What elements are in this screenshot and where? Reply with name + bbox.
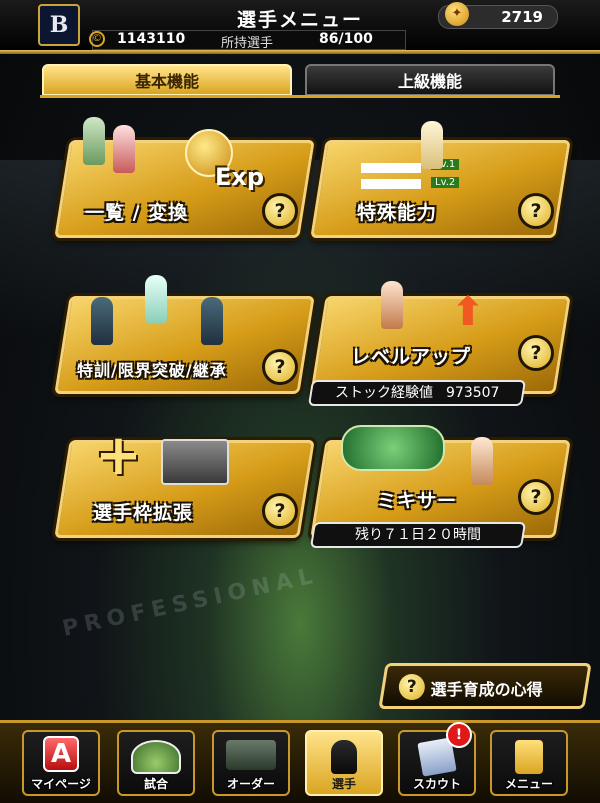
owned-players-value: 86/100 bbox=[319, 31, 373, 47]
help-icon[interactable]: ? bbox=[518, 193, 554, 229]
stock-exp-display: ストック経験値 973507 bbox=[307, 380, 527, 406]
owned-players-label: 所持選手 bbox=[221, 36, 274, 51]
mixer-label: ミキサー bbox=[377, 490, 458, 512]
special-ability-button[interactable]: Lv.1 Lv.2 特殊能力 ? bbox=[310, 121, 571, 238]
tab-underline bbox=[40, 95, 560, 98]
stat-bar: © 1143110 所持選手 86/100 bbox=[89, 30, 406, 51]
training-button[interactable]: 特訓/限界突破/継承 ? bbox=[54, 275, 315, 394]
silhouette-illustration bbox=[91, 297, 113, 345]
help-icon[interactable]: ? bbox=[518, 335, 554, 371]
mixer-remaining-text: 残り７１日２０時間 bbox=[355, 527, 481, 543]
tab-basic-functions[interactable]: 基本機能 bbox=[42, 64, 292, 96]
roster-expand-button[interactable]: + 選手枠拡張 ? bbox=[54, 423, 315, 538]
nav-menu[interactable]: メニュー bbox=[490, 730, 568, 796]
batter-illustration bbox=[471, 437, 493, 485]
roster-expand-label: 選手枠拡張 bbox=[93, 502, 194, 524]
nav-match[interactable]: 試合 bbox=[117, 730, 195, 796]
question-icon: ? bbox=[398, 674, 425, 700]
special-ability-label: 特殊能力 bbox=[357, 202, 438, 224]
level-up-label: レベルアップ bbox=[351, 346, 472, 368]
training-label: 特訓/限界突破/継承 bbox=[77, 361, 227, 380]
nav-label: メニュー bbox=[504, 777, 553, 791]
mixer-balls-icon bbox=[341, 425, 445, 471]
player-illustration bbox=[145, 275, 167, 323]
gold-value: 1143110 bbox=[117, 31, 186, 47]
scout-alert-badge: ! bbox=[446, 722, 472, 748]
mixer-remaining-time: 残り７１日２０時間 bbox=[309, 522, 527, 548]
pitcher-illustration bbox=[421, 121, 443, 169]
background-logo-text: PROFESSIONAL bbox=[60, 563, 321, 642]
arrow-up-icon: ⬆ bbox=[451, 289, 485, 335]
stock-exp-label: ストック経験値 bbox=[334, 385, 433, 401]
nav-label: マイページ bbox=[31, 777, 91, 791]
premium-currency-value: 2719 bbox=[501, 8, 543, 26]
exp-text: Exp bbox=[215, 163, 265, 191]
nav-label: オーダー bbox=[226, 777, 275, 791]
player-cards-icon bbox=[161, 439, 229, 485]
lv2-badge: Lv.2 bbox=[431, 177, 460, 188]
gold-icon: © bbox=[89, 31, 105, 47]
player-icon bbox=[331, 740, 357, 774]
coin-icon: ✦ bbox=[445, 2, 469, 26]
top-bar: B 選手メニュー ✦ 2719 © 1143110 所持選手 86/100 bbox=[0, 0, 600, 52]
nav-mypage[interactable]: A マイページ bbox=[22, 730, 100, 796]
premium-currency-badge[interactable]: ✦ 2719 bbox=[438, 2, 558, 29]
list-convert-button[interactable]: Exp 一覧 / 変換 ? bbox=[54, 117, 315, 238]
plus-icon: + bbox=[95, 423, 142, 488]
player-illustration bbox=[381, 281, 403, 329]
tab-advanced-functions[interactable]: 上級機能 bbox=[305, 64, 555, 96]
nav-label: 試合 bbox=[143, 777, 168, 791]
header-divider bbox=[0, 50, 600, 54]
help-icon[interactable]: ? bbox=[262, 493, 298, 529]
nav-label: スカウト bbox=[412, 777, 461, 791]
nav-label: 選手 bbox=[331, 777, 356, 791]
mypage-icon: A bbox=[43, 736, 79, 772]
nav-players[interactable]: 選手 bbox=[305, 730, 383, 796]
list-convert-label: 一覧 / 変換 bbox=[85, 202, 189, 224]
help-icon[interactable]: ? bbox=[262, 193, 298, 229]
menu-icon bbox=[515, 740, 543, 774]
order-icon bbox=[226, 740, 276, 770]
nav-order[interactable]: オーダー bbox=[212, 730, 290, 796]
ability-bar-icon bbox=[361, 163, 421, 173]
growth-tips-button[interactable]: ? 選手育成の心得 bbox=[378, 663, 592, 709]
stock-exp-value: 973507 bbox=[445, 385, 500, 401]
stadium-icon bbox=[131, 740, 181, 774]
help-icon[interactable]: ? bbox=[262, 349, 298, 385]
growth-tips-label: 選手育成の心得 bbox=[430, 680, 543, 699]
help-icon[interactable]: ? bbox=[518, 479, 554, 515]
